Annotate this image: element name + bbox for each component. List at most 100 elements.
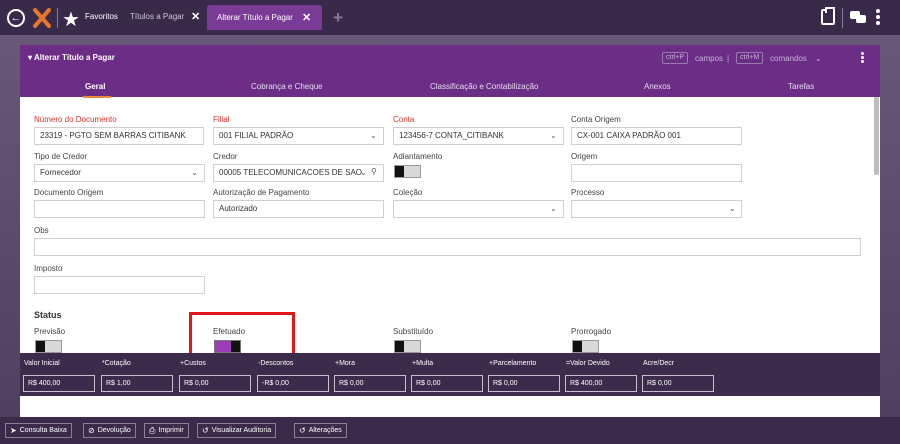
chevron-down-icon[interactable]: ⌄	[370, 131, 377, 140]
adiantamento-toggle[interactable]	[394, 165, 421, 178]
obs-field[interactable]	[34, 238, 861, 256]
credor-value: 00005 TELECOMUNICACOES DE SAO	[219, 168, 363, 177]
adiantamento-label: Adiantamento	[393, 152, 443, 161]
total-label: -Descontos	[258, 360, 294, 367]
shortcut-commands-label: comandos	[770, 54, 807, 63]
filial-value: 001 FILIAL PADRÃO	[219, 131, 294, 140]
devolucao-button[interactable]: ⊘ Devolução	[83, 423, 136, 438]
history-icon: ↺	[299, 426, 306, 435]
filial-label: Filial	[213, 115, 230, 124]
previsao-label: Previsão	[34, 327, 66, 336]
chat-icon[interactable]	[850, 11, 866, 23]
numero-documento-label: Número do Documento	[34, 115, 117, 124]
total-value: -R$ 0,00	[257, 375, 329, 392]
chevron-down-icon[interactable]: ⌄	[815, 54, 822, 63]
credor-select[interactable]: 00005 TELECOMUNICACOES DE SAO	[213, 164, 384, 182]
tipo-credor-value: Fornecedor	[40, 168, 81, 177]
more-options-icon[interactable]	[876, 9, 880, 25]
bottom-toolbar: ➤ Consulta Baixa ⊘ Devolução ⎙ Imprimir …	[0, 417, 900, 444]
close-icon[interactable]: ✕	[191, 10, 200, 23]
shortcut-fields-kbd: ctrl+P	[662, 52, 689, 64]
conta-origem-label: Conta Origem	[571, 115, 621, 124]
colecao-select[interactable]	[393, 200, 564, 218]
tab-anexos[interactable]: Anexos	[644, 82, 671, 91]
tab-titulos-a-pagar[interactable]: Títulos a Pagar	[130, 12, 184, 21]
chevron-down-icon[interactable]: ⌄	[550, 131, 557, 140]
numero-documento-field[interactable]: 23319 - PGTO SEM BARRAS CITIBANK	[34, 127, 204, 145]
imposto-label: Imposto	[34, 264, 63, 273]
search-icon[interactable]: ⚲	[371, 167, 377, 176]
panel-title-text: Alterar Título a Pagar	[33, 53, 115, 62]
conta-select[interactable]: 123456-7 CONTA_CITIBANK	[393, 127, 564, 145]
tab-classificacao-contabilizacao[interactable]: Classificação e Contabilização	[430, 82, 539, 91]
processo-select[interactable]	[571, 200, 742, 218]
tipo-credor-select[interactable]: Fornecedor	[34, 164, 205, 182]
chevron-down-icon[interactable]: ⌄	[360, 168, 367, 177]
autorizacao-pagamento-label: Autorização de Pagamento	[213, 188, 310, 197]
total-value: R$ 400,00	[23, 375, 95, 392]
conta-label: Conta	[393, 115, 415, 124]
total-label: +Parcelamento	[489, 360, 537, 367]
substituido-label: Substituído	[393, 327, 434, 336]
close-icon[interactable]: ✕	[302, 11, 311, 24]
active-tab-indicator	[83, 96, 111, 98]
credor-label: Credor	[213, 152, 238, 161]
colecao-label: Coleção	[393, 188, 423, 197]
total-value: R$ 0,00	[411, 375, 483, 392]
button-label: Imprimir	[158, 427, 184, 434]
total-label: *Cotação	[102, 360, 131, 367]
printer-icon: ⎙	[149, 426, 156, 435]
shortcut-fields-label: campos	[695, 54, 724, 63]
shortcut-commands-kbd: ctrl+M	[736, 52, 764, 64]
processo-label: Processo	[571, 188, 605, 197]
back-arrow-icon[interactable]: ←	[7, 9, 25, 27]
conta-origem-field[interactable]: CX-001 CAIXA PADRÃO 001	[571, 127, 742, 145]
app-logo-icon[interactable]	[33, 8, 51, 28]
documento-origem-field[interactable]	[34, 200, 205, 218]
tab-alterar-titulo-a-pagar[interactable]: Alterar Título a Pagar ✕	[207, 5, 322, 30]
button-label: Alterações	[308, 427, 342, 434]
tab-geral[interactable]: Geral	[85, 82, 105, 91]
star-icon[interactable]: ★	[62, 7, 80, 32]
chevron-down-icon[interactable]: ⌄	[191, 168, 198, 177]
prorrogado-label: Prorrogado	[571, 327, 612, 336]
chevron-down-icon[interactable]: ⌄	[729, 204, 736, 213]
scrollbar[interactable]	[874, 97, 879, 175]
favorites-label[interactable]: Favoritos	[85, 12, 118, 21]
consulta-baixa-button[interactable]: ➤ Consulta Baixa	[5, 423, 72, 438]
previsao-toggle[interactable]	[35, 340, 62, 353]
prorrogado-toggle[interactable]	[572, 340, 599, 353]
total-label: +Multa	[412, 360, 434, 367]
add-tab-icon[interactable]: +	[333, 8, 343, 28]
total-label: +Mora	[335, 360, 356, 367]
panel-title[interactable]: ▾ Alterar Título a Pagar	[28, 53, 115, 62]
total-value: R$ 0,00	[334, 375, 406, 392]
tab-cobranca-cheque[interactable]: Cobrança e Cheque	[251, 82, 323, 91]
imprimir-button[interactable]: ⎙ Imprimir	[144, 423, 189, 438]
conta-value: 123456-7 CONTA_CITIBANK	[399, 131, 504, 140]
total-value: R$ 0,00	[488, 375, 560, 392]
filial-select[interactable]: 001 FILIAL PADRÃO	[213, 127, 384, 145]
tab-tarefas[interactable]: Tarefas	[788, 82, 814, 91]
panel-tabs: Geral Cobrança e Cheque Classificação e …	[20, 78, 880, 98]
substituido-toggle[interactable]	[394, 340, 421, 353]
alteracoes-button[interactable]: ↺ Alterações	[294, 423, 347, 438]
chevron-down-icon[interactable]: ⌄	[550, 204, 557, 213]
total-label: =Valor Devido	[566, 360, 610, 367]
divider	[842, 8, 843, 28]
autorizacao-pagamento-field[interactable]: Autorizado	[213, 200, 384, 218]
visualizar-auditoria-button[interactable]: ↺ Visualizar Auditoria	[197, 423, 277, 438]
total-value: R$ 1,00	[101, 375, 173, 392]
documento-origem-label: Documento Origem	[34, 188, 104, 197]
total-value: R$ 0,00	[179, 375, 251, 392]
origem-field[interactable]	[571, 164, 742, 182]
status-heading: Status	[34, 310, 62, 320]
origem-label: Origem	[571, 152, 598, 161]
panel-more-icon[interactable]	[861, 52, 864, 63]
total-label: Acre/Decr	[643, 360, 675, 367]
tipo-credor-label: Tipo de Credor	[34, 152, 88, 161]
imposto-field[interactable]	[34, 276, 205, 294]
total-label: +Custos	[180, 360, 206, 367]
divider	[57, 8, 58, 28]
clipboard-icon[interactable]	[821, 7, 835, 25]
